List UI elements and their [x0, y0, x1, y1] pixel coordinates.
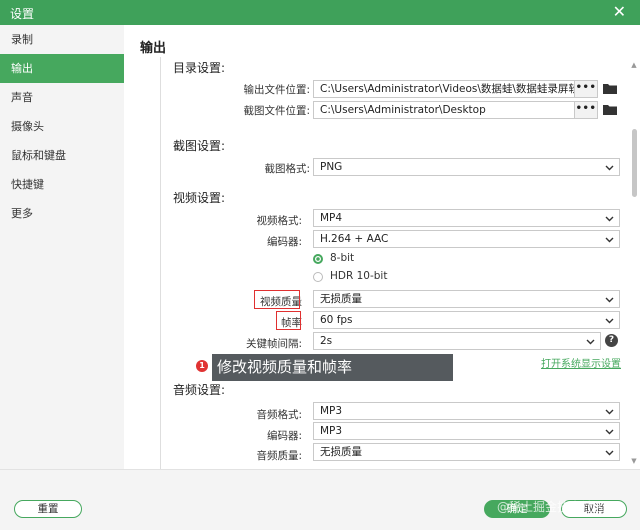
section-title: 输出: [140, 41, 167, 56]
section-divider: [160, 57, 161, 469]
scrollbar-thumb[interactable]: [632, 129, 637, 197]
output-path-browse-button[interactable]: •••: [574, 80, 598, 98]
reset-button[interactable]: 重置: [14, 500, 82, 518]
sidebar-item-audio[interactable]: 声音: [0, 83, 124, 112]
annotation-badge: 1: [196, 360, 208, 372]
video-format-label: 视频格式:: [256, 215, 302, 227]
sidebar-item-record[interactable]: 录制: [0, 25, 124, 54]
screenshot-path-browse-button[interactable]: •••: [574, 101, 598, 119]
chevron-down-icon: [605, 165, 614, 171]
screenshot-format-select[interactable]: PNG: [313, 158, 620, 176]
sidebar-item-output[interactable]: 输出: [0, 54, 124, 83]
screenshot-path-field[interactable]: C:\Users\Administrator\Desktop: [313, 101, 575, 119]
screenshot-format-value: PNG: [320, 161, 343, 173]
chevron-down-icon: [605, 297, 614, 303]
highlight-box-quality: [254, 290, 300, 309]
audio-encoder-select[interactable]: MP3: [313, 422, 620, 440]
watermark: @稀土掘金技术社区: [497, 500, 606, 514]
video-format-value: MP4: [320, 212, 343, 224]
scroll-up-arrow[interactable]: ▲: [630, 61, 638, 69]
screenshot-path-label: 截图文件位置:: [243, 105, 310, 117]
sidebar-item-hotkeys[interactable]: 快捷键: [0, 170, 124, 199]
sidebar: 录制 输出 声音 摄像头 鼠标和键盘 快捷键 更多: [0, 25, 124, 469]
chevron-down-icon: [605, 318, 614, 324]
chevron-down-icon: [605, 450, 614, 456]
settings-content: 输出 目录设置: 输出文件位置: C:\Users\Administrator\…: [124, 25, 640, 469]
sidebar-item-more[interactable]: 更多: [0, 199, 124, 228]
audio-quality-label: 音频质量:: [256, 450, 302, 462]
bit-depth-hdr-label: HDR 10-bit: [330, 270, 388, 282]
window-title: 设置: [10, 7, 35, 21]
bit-depth-hdr-radio[interactable]: [313, 272, 323, 282]
keyframe-interval-select[interactable]: 2s: [313, 332, 601, 350]
chevron-down-icon: [586, 339, 595, 345]
video-encoder-select[interactable]: H.264 + AAC: [313, 230, 620, 248]
directory-heading: 目录设置:: [173, 61, 226, 75]
highlight-box-fps: [276, 311, 301, 330]
folder-icon[interactable]: [603, 83, 617, 94]
keyframe-interval-value: 2s: [320, 335, 333, 347]
bit-depth-8-radio[interactable]: [313, 254, 323, 264]
sidebar-item-mouse-keyboard[interactable]: 鼠标和键盘: [0, 141, 124, 170]
video-quality-select[interactable]: 无损质量: [313, 290, 620, 308]
output-path-field[interactable]: C:\Users\Administrator\Videos\数据蛙\数据蛙录屏软…: [313, 80, 575, 98]
screenshot-format-label: 截图格式:: [264, 163, 310, 175]
title-bar: 设置 ✕: [0, 0, 640, 25]
audio-format-select[interactable]: MP3: [313, 402, 620, 420]
video-format-select[interactable]: MP4: [313, 209, 620, 227]
chevron-down-icon: [605, 409, 614, 415]
sidebar-item-camera[interactable]: 摄像头: [0, 112, 124, 141]
bit-depth-8-label: 8-bit: [330, 252, 355, 264]
keyframe-interval-label: 关键帧间隔:: [245, 338, 302, 350]
help-icon[interactable]: ?: [605, 334, 618, 347]
frame-rate-select[interactable]: 60 fps: [313, 311, 620, 329]
audio-encoder-label: 编码器:: [266, 430, 302, 442]
video-quality-value: 无损质量: [320, 293, 362, 305]
audio-quality-select[interactable]: 无损质量: [313, 443, 620, 461]
chevron-down-icon: [605, 429, 614, 435]
video-heading: 视频设置:: [173, 191, 226, 205]
frame-rate-value: 60 fps: [320, 314, 353, 326]
output-path-label: 输出文件位置:: [243, 84, 310, 96]
video-encoder-value: H.264 + AAC: [320, 233, 389, 245]
audio-encoder-value: MP3: [320, 425, 343, 437]
open-display-settings-link[interactable]: 打开系统显示设置: [541, 355, 621, 370]
close-icon[interactable]: ✕: [613, 2, 626, 21]
screenshot-heading: 截图设置:: [173, 139, 226, 153]
annotation-tooltip: 修改视频质量和帧率: [212, 354, 453, 381]
audio-quality-value: 无损质量: [320, 446, 362, 458]
audio-format-value: MP3: [320, 405, 343, 417]
chevron-down-icon: [605, 216, 614, 222]
audio-heading: 音频设置:: [173, 383, 226, 397]
video-encoder-label: 编码器:: [266, 236, 302, 248]
scroll-down-arrow[interactable]: ▼: [630, 457, 638, 465]
audio-format-label: 音频格式:: [256, 409, 302, 421]
folder-icon[interactable]: [603, 104, 617, 115]
chevron-down-icon: [605, 237, 614, 243]
